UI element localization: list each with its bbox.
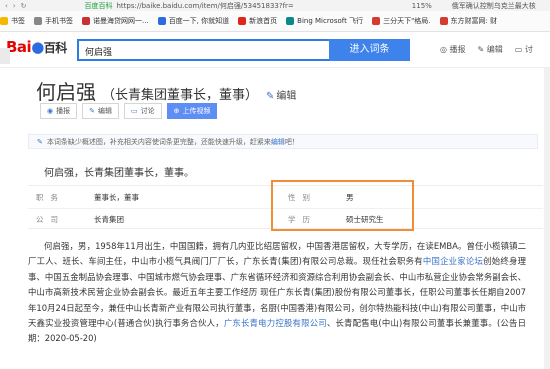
forum-link[interactable]: 中国企业家论坛 — [423, 256, 483, 266]
enter-entry-button[interactable]: 进入词条 — [329, 39, 410, 61]
zoom-level[interactable]: 115% — [412, 2, 432, 10]
missing-image-notice: ✎ 本词条缺少概述图，补充相关内容使词条更完整，还能快速升级，赶紧来 编辑 吧！ — [28, 134, 538, 149]
site-icon — [82, 17, 90, 25]
news-ticker[interactable]: 俄军确认控制乌克兰最大核 — [452, 1, 536, 11]
page-title: 何启强 — [36, 80, 96, 104]
entry-title-row: 何启强 （长青集团董事长，董事） ✎ 编辑 — [36, 76, 296, 105]
browser-nav: ‹ › ↻ — [0, 2, 27, 10]
scrollbar[interactable] — [544, 68, 550, 369]
biography-paragraph: 何启强，男，1958年11月出生，中国国籍，拥有几内亚比绍居留权，中国香港居留权… — [28, 241, 527, 344]
broadcast-button[interactable]: ◉ 播报 — [40, 103, 78, 119]
news-icon — [372, 17, 381, 25]
entry-summary: 何启强，长青集团董事长，董事。 — [44, 168, 194, 179]
entry-actions: ◉ 播报 ✎ 编辑 ▭ 讨论 ⊕ 上传视频 — [40, 103, 218, 119]
bookmark-item[interactable]: 三分天下"格局. — [372, 16, 431, 26]
pencil-icon: ✎ — [266, 91, 275, 102]
upload-video-button[interactable]: ⊕ 上传视频 — [166, 103, 218, 119]
plus-icon: ⊕ — [173, 107, 180, 115]
discuss-link[interactable]: ▭ 讨 — [515, 44, 533, 55]
company-link[interactable]: 广东长青电力控股有限公司 — [224, 318, 327, 328]
discuss-button[interactable]: ▭ 讨论 — [123, 103, 162, 119]
bookmark-item[interactable]: 手机书签 — [34, 16, 73, 26]
back-icon[interactable]: ‹ — [5, 2, 8, 10]
paw-icon: ● — [31, 38, 44, 56]
reload-icon[interactable]: ↻ — [21, 2, 27, 10]
forward-icon[interactable]: › — [13, 2, 16, 10]
broadcast-link[interactable]: ◎ 播报 — [440, 44, 466, 55]
info-icon: ✎ — [37, 137, 43, 146]
entry-content: 何启强 （长青集团董事长，董事） ✎ 编辑 ◉ 播报 ✎ 编辑 ▭ 讨论 ⊕ 上传视频 ✎… — [0, 68, 550, 369]
bookmark-item[interactable]: 诺曼海贷网网一... — [82, 16, 149, 26]
eastmoney-icon — [439, 17, 448, 25]
bookmark-item[interactable]: 书签 — [0, 16, 25, 26]
bookmarks-bar: 书签 手机书签 诺曼海贷网网一... 百度一下, 你就知道 新浪首页 Bing … — [0, 11, 550, 32]
header-links: ◎ 播报 ✎ 编辑 ▭ 讨 — [440, 44, 533, 55]
title-edit-button[interactable]: ✎ 编辑 — [266, 87, 296, 102]
bookmark-item[interactable]: 东方财富网: 财 — [439, 16, 497, 26]
info-company: 公司 长青集团 — [36, 215, 124, 224]
speaker-icon: ◉ — [47, 107, 54, 115]
site-label: 百度百科 — [84, 1, 113, 10]
edit-link[interactable]: ✎ 编辑 — [478, 44, 503, 55]
page-subtitle: （长青集团董事长，董事） — [102, 88, 259, 103]
baidu-paw-icon — [157, 17, 166, 25]
baike-header: Bai●百科 何启强 进入词条 ◎ 播报 ✎ 编辑 ▭ 讨 — [0, 32, 550, 68]
bing-icon — [286, 17, 295, 25]
edit-button[interactable]: ✎ 编辑 — [82, 103, 119, 119]
star-icon — [0, 17, 8, 25]
bookmark-item[interactable]: 百度一下, 你就知道 — [157, 16, 229, 26]
pencil-icon: ✎ — [89, 107, 95, 115]
notice-edit-link[interactable]: 编辑 — [271, 137, 285, 147]
search-input[interactable]: 何启强 — [77, 39, 329, 61]
baidu-baike-logo[interactable]: Bai●百科 — [6, 38, 67, 56]
bookmark-item[interactable]: Bing Microsoft 飞行 — [286, 16, 363, 26]
phone-icon — [34, 17, 42, 25]
side-tab[interactable] — [0, 48, 10, 64]
url-text[interactable]: https://baike.baidu.com/item/何启强/5345183… — [117, 1, 294, 11]
sina-icon — [238, 17, 247, 25]
browser-title-bar: ‹ › ↻ 百度百科 https://baike.baidu.com/item/… — [0, 0, 550, 11]
bookmark-item[interactable]: 新浪首页 — [238, 16, 277, 26]
chat-icon: ▭ — [130, 107, 138, 115]
info-position: 职务 董事长，董事 — [36, 193, 139, 202]
highlight-annotation-box — [271, 180, 414, 231]
address-bar[interactable]: 百度百科 https://baike.baidu.com/item/何启强/53… — [85, 1, 294, 11]
